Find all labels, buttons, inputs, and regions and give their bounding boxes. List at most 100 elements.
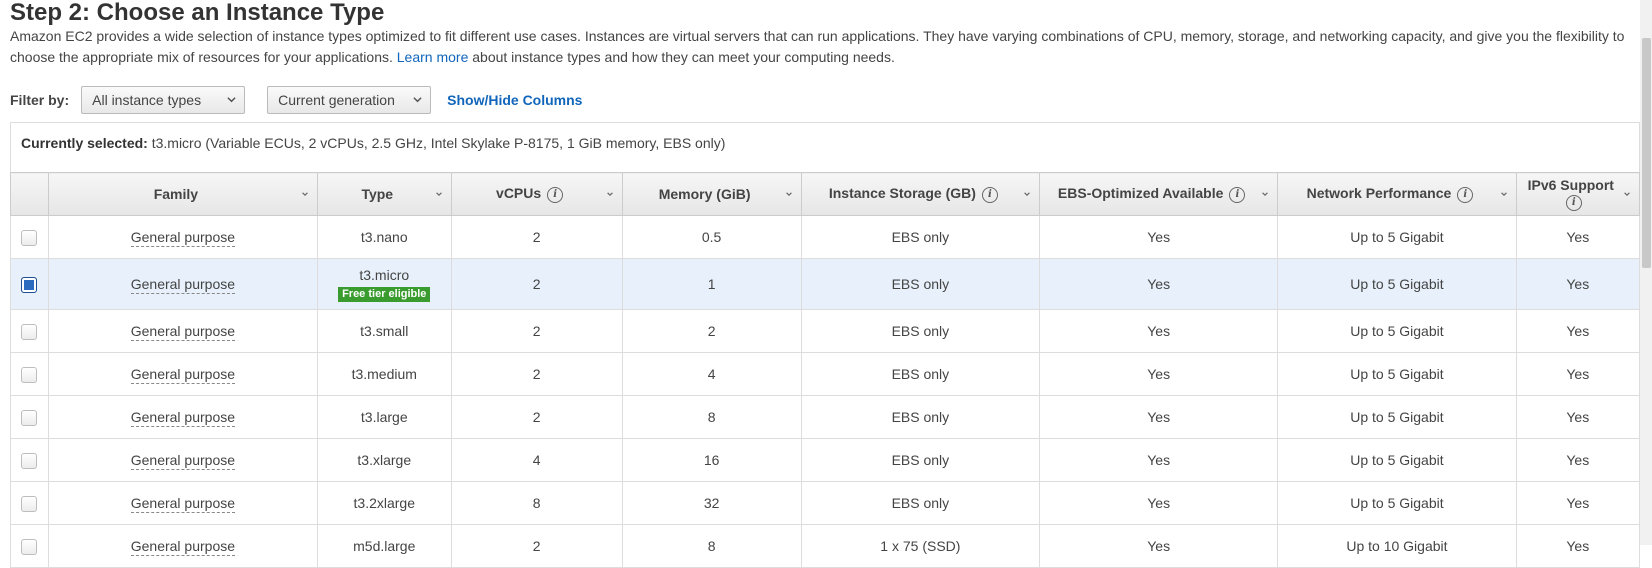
cell-storage: EBS only — [800, 395, 1041, 439]
table-row[interactable]: General purpose t3.nano 2 0.5 EBS only Yes Up … — [10, 215, 1641, 259]
column-header-2[interactable]: vCPUs i — [450, 172, 623, 216]
cell-ipv6: Yes — [1515, 438, 1641, 482]
column-header-label: Instance Storage (GB) — [828, 185, 976, 202]
info-icon[interactable]: i — [981, 186, 998, 203]
cell-type: t3.nano — [316, 215, 452, 259]
row-select-cell — [10, 481, 49, 525]
cell-ipv6: Yes — [1515, 481, 1641, 525]
ebs-value: Yes — [1147, 452, 1171, 468]
sort-chevron-icon[interactable] — [1500, 190, 1508, 198]
info-icon[interactable]: i — [1565, 194, 1582, 211]
column-header-0[interactable]: Family — [47, 172, 318, 216]
network-value: Up to 5 Gigabit — [1350, 366, 1444, 382]
column-header-5[interactable]: EBS-Optimized Available i — [1039, 172, 1279, 216]
cell-vcpus: 2 — [450, 258, 623, 310]
chevron-down-icon — [413, 97, 422, 103]
page-description: Amazon EC2 provides a wide selection of … — [10, 26, 1640, 68]
column-header-label: IPv6 Support — [1527, 177, 1614, 194]
instance-types-table: Family Type vCPUs i Memory (GiB) Instance Sto… — [10, 172, 1641, 568]
table-row[interactable]: General purpose t3.large 2 8 EBS only Yes Up t… — [10, 395, 1641, 439]
sort-chevron-icon[interactable] — [435, 190, 443, 198]
cell-ebs: Yes — [1039, 258, 1279, 310]
row-checkbox[interactable] — [21, 409, 38, 426]
table-row[interactable]: General purpose t3.small 2 2 EBS only Yes Up t… — [10, 309, 1641, 353]
sort-chevron-icon[interactable] — [301, 190, 309, 198]
family-link[interactable]: General purpose — [130, 366, 236, 384]
cell-family: General purpose — [47, 438, 318, 482]
sort-chevron-icon[interactable] — [1261, 190, 1269, 198]
row-checkbox[interactable] — [21, 229, 38, 246]
vertical-scrollbar[interactable] — [1640, 0, 1652, 545]
family-link[interactable]: General purpose — [130, 495, 236, 513]
table-row[interactable]: General purpose t3.medium 2 4 EBS only Yes Up … — [10, 352, 1641, 396]
info-icon[interactable]: i — [1457, 186, 1474, 203]
cell-memory: 2 — [621, 309, 802, 353]
instance-types-select[interactable]: All instance types — [81, 86, 246, 114]
family-link[interactable]: General purpose — [130, 276, 236, 294]
column-header-1[interactable]: Type — [316, 172, 452, 216]
table-row[interactable]: General purpose t3.micro Free tier eligibl… — [10, 258, 1641, 310]
storage-value: EBS only — [891, 366, 950, 382]
row-checkbox[interactable] — [21, 276, 38, 293]
row-checkbox[interactable] — [21, 366, 38, 383]
family-link[interactable]: General purpose — [130, 229, 236, 247]
row-checkbox[interactable] — [21, 538, 38, 555]
cell-family: General purpose — [47, 352, 318, 396]
table-row[interactable]: General purpose m5d.large 2 8 1 x 75 (SSD) Ye… — [10, 524, 1641, 568]
info-icon[interactable]: i — [1229, 186, 1246, 203]
cell-vcpus: 8 — [450, 481, 623, 525]
row-checkbox[interactable] — [21, 495, 38, 512]
family-link[interactable]: General purpose — [130, 538, 236, 556]
cell-storage: EBS only — [800, 215, 1041, 259]
family-link[interactable]: General purpose — [130, 409, 236, 427]
column-header-6[interactable]: Network Performance i — [1277, 172, 1517, 216]
ebs-value: Yes — [1147, 538, 1171, 554]
row-checkbox[interactable] — [21, 323, 38, 340]
chevron-down-icon — [227, 97, 236, 103]
ipv6-value: Yes — [1566, 538, 1590, 554]
storage-value: 1 x 75 (SSD) — [880, 538, 961, 554]
cell-storage: EBS only — [800, 309, 1041, 353]
column-header-3[interactable]: Memory (GiB) — [621, 172, 802, 216]
storage-value: EBS only — [891, 276, 950, 292]
row-checkbox[interactable] — [21, 452, 38, 469]
cell-network: Up to 5 Gigabit — [1277, 438, 1517, 482]
cell-ebs: Yes — [1039, 215, 1279, 259]
column-header-4[interactable]: Instance Storage (GB) i — [800, 172, 1041, 216]
show-hide-columns-link[interactable]: Show/Hide Columns — [447, 92, 582, 108]
table-row[interactable]: General purpose t3.xlarge 4 16 EBS only Yes Up… — [10, 438, 1641, 482]
sort-chevron-icon[interactable] — [606, 190, 614, 198]
cell-memory: 1 — [621, 258, 802, 310]
vcpus-value: 2 — [532, 229, 541, 245]
sort-chevron-icon[interactable] — [1623, 190, 1631, 198]
learn-more-link[interactable]: Learn more — [397, 49, 469, 65]
sort-chevron-icon[interactable] — [785, 190, 793, 198]
row-select-cell — [10, 524, 49, 568]
cell-family: General purpose — [47, 481, 318, 525]
storage-value: EBS only — [891, 323, 950, 339]
instance-type-page: Step 2: Choose an Instance Type Amazon E… — [10, 0, 1641, 568]
row-select-cell — [10, 438, 49, 482]
family-link[interactable]: General purpose — [130, 323, 236, 341]
network-value: Up to 10 Gigabit — [1346, 538, 1448, 554]
filter-bar: Filter by: All instance types Current ge… — [10, 86, 582, 114]
cell-vcpus: 2 — [450, 395, 623, 439]
vcpus-value: 2 — [532, 409, 541, 425]
scrollbar-thumb[interactable] — [1642, 38, 1651, 268]
cell-network: Up to 10 Gigabit — [1277, 524, 1517, 568]
family-link[interactable]: General purpose — [130, 452, 236, 470]
cell-family: General purpose — [47, 524, 318, 568]
info-icon[interactable]: i — [547, 186, 564, 203]
generation-select[interactable]: Current generation — [267, 86, 432, 114]
cell-ebs: Yes — [1039, 438, 1279, 482]
column-header-7[interactable]: IPv6 Supporti — [1515, 172, 1641, 216]
cell-ipv6: Yes — [1515, 524, 1641, 568]
column-header-label: EBS-Optimized Available — [1057, 185, 1224, 202]
cell-ebs: Yes — [1039, 395, 1279, 439]
cell-type: m5d.large — [316, 524, 452, 568]
cell-storage: 1 x 75 (SSD) — [800, 524, 1041, 568]
column-header-label: Memory (GiB) — [658, 186, 751, 202]
table-row[interactable]: General purpose t3.2xlarge 8 32 EBS only Yes U… — [10, 481, 1641, 525]
cell-family: General purpose — [47, 258, 318, 310]
sort-chevron-icon[interactable] — [1023, 190, 1031, 198]
